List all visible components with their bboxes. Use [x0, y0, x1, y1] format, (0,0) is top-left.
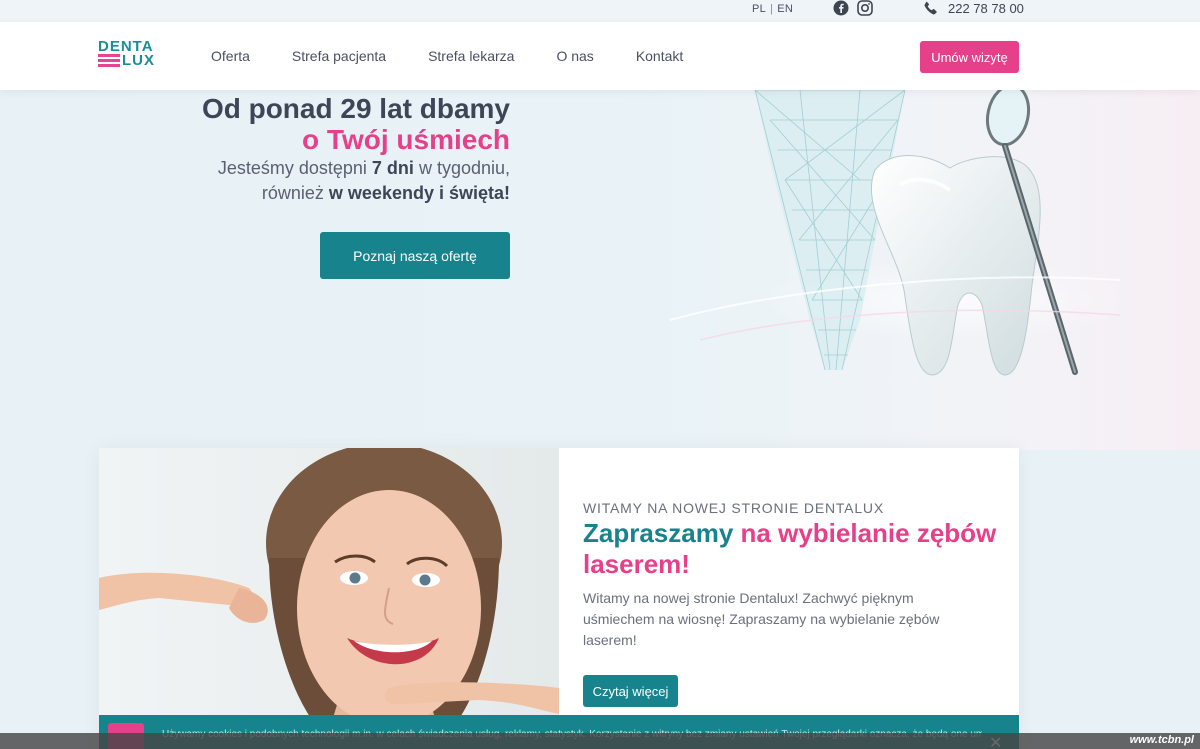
nav-item-strefa-lekarza[interactable]: Strefa lekarza [428, 48, 514, 64]
hero-sub-part: Jesteśmy dostępni [217, 158, 372, 178]
watermark-text: www.tcbn.pl [1129, 734, 1194, 746]
logo-bars [98, 54, 120, 69]
tooth-implant-illustration [669, 90, 1120, 376]
nav-item-strefa-pacjenta[interactable]: Strefa pacjenta [292, 48, 386, 64]
top-bar: PL | EN 222 78 78 00 [0, 0, 1200, 22]
hero-sub-bold: 7 dni [371, 158, 414, 178]
watermark-bar: www.tcbn.pl [0, 733, 1200, 749]
smiling-woman-photo [99, 448, 559, 748]
phone-number[interactable]: 222 78 78 00 [948, 1, 1024, 16]
hero-subtitle: Jesteśmy dostępni 7 dni w tygodniu, równ… [218, 156, 510, 206]
hero-sub-part: w tygodniu, [413, 158, 510, 178]
phone-icon [924, 1, 937, 15]
logo-text-bottom: LUX [122, 52, 155, 69]
main-nav: Oferta Strefa pacjenta Strefa lekarza O … [211, 48, 725, 64]
nav-item-oferta[interactable]: Oferta [211, 48, 250, 64]
card-kicker: WITAMY NA NOWEJ STRONIE DENTALUX [583, 500, 884, 516]
read-more-button[interactable]: Czytaj więcej [583, 675, 678, 707]
facebook-icon[interactable] [833, 0, 849, 16]
lang-separator: | [770, 3, 774, 15]
nav-item-o-nas[interactable]: O nas [556, 48, 593, 64]
dentalux-logo[interactable]: DENTA LUX [98, 38, 170, 72]
card-title-teal: Zapraszamy [583, 518, 734, 548]
instagram-icon[interactable] [857, 0, 873, 16]
language-switcher: PL | EN [752, 3, 793, 15]
lang-en-link[interactable]: EN [777, 3, 793, 15]
site-header: DENTA LUX Oferta Strefa pacjenta Strefa … [0, 22, 1200, 90]
hero-title-line-1: Od ponad 29 lat dbamy [201, 93, 510, 124]
nav-item-kontakt[interactable]: Kontakt [636, 48, 683, 64]
hero-sub-bold: w weekendy i święta! [328, 183, 510, 203]
card-title: Zapraszamy na wybielanie zębów laserem! [583, 518, 1003, 580]
lang-pl-link[interactable]: PL [752, 3, 766, 15]
book-appointment-button[interactable]: Umów wizytę [920, 41, 1019, 73]
hero-sub-part: również [261, 183, 329, 203]
see-offer-button[interactable]: Poznaj naszą ofertę [320, 232, 510, 279]
news-card: WITAMY NA NOWEJ STRONIE DENTALUX Zaprasz… [99, 448, 1019, 748]
card-text: Witamy na nowej stronie Dentalux! Zachwy… [583, 590, 940, 648]
hero-title-line-2: o Twój uśmiech [302, 124, 510, 155]
